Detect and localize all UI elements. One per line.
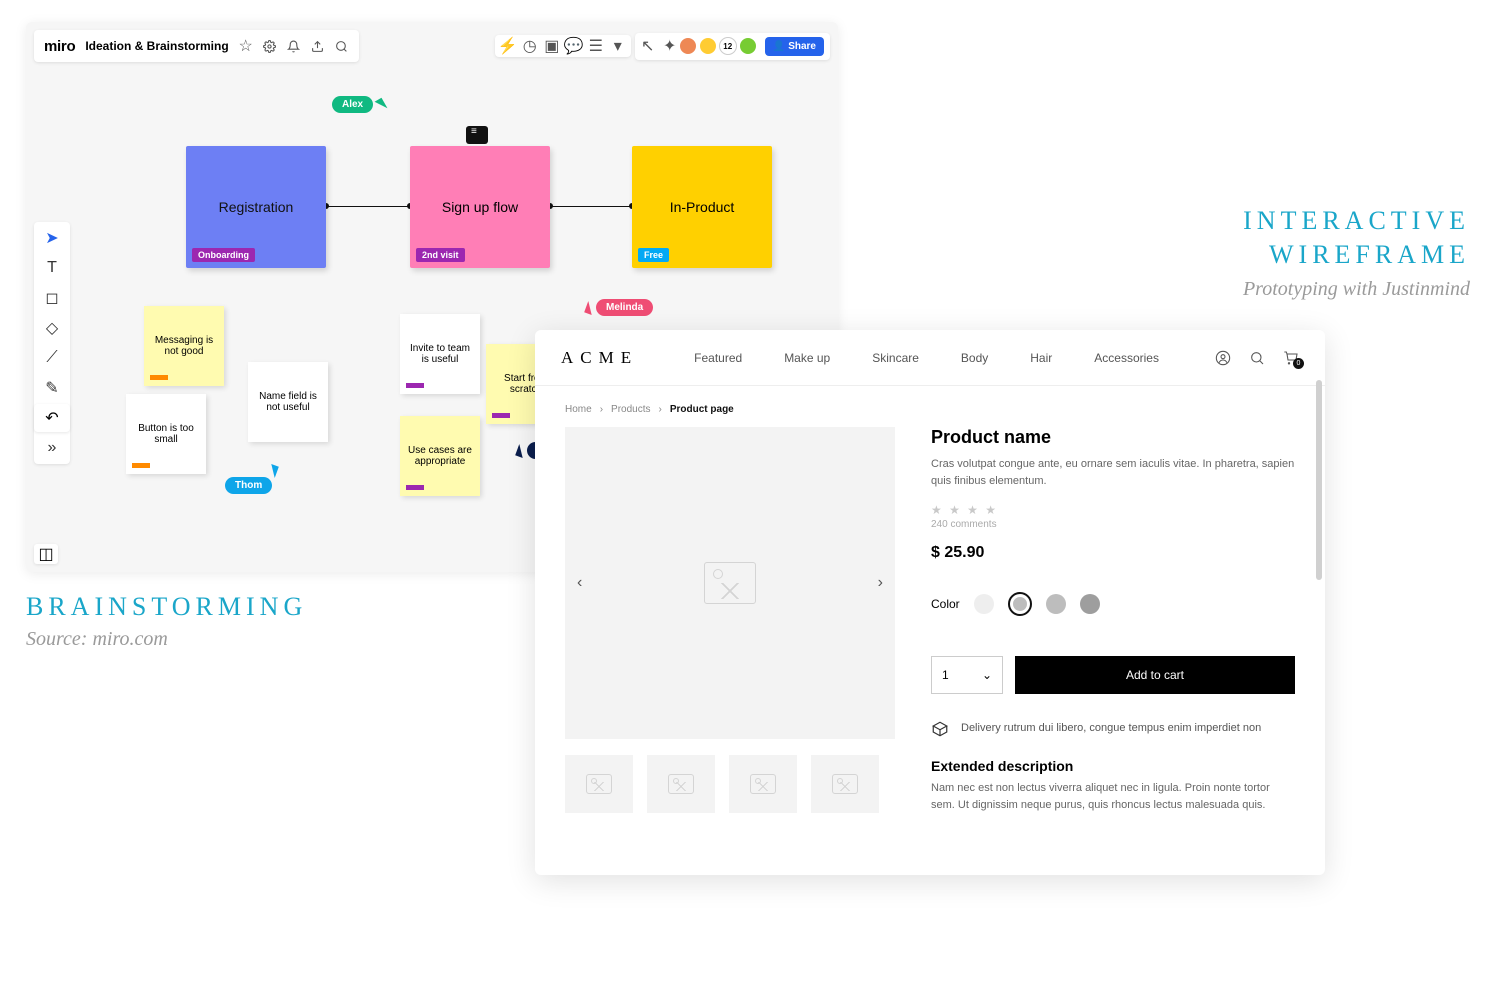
image-placeholder-icon <box>704 562 756 604</box>
sticky-tag <box>150 375 168 380</box>
acme-nav: Featured Make up Skincare Body Hair Acce… <box>682 351 1171 365</box>
nav-item[interactable]: Body <box>961 351 988 365</box>
product-gallery: ‹ › <box>565 427 895 813</box>
cursor-pointer-icon <box>375 97 388 111</box>
thumbnail[interactable] <box>647 755 715 813</box>
caption-wireframe-2: WIREFRAME <box>1269 240 1470 270</box>
delivery-info: Delivery rutrum dui libero, congue tempu… <box>931 720 1295 738</box>
user-cursor-alex: Alex <box>332 96 387 113</box>
scrollbar[interactable] <box>1316 380 1322 580</box>
caption-brainstorming: BRAINSTORMING <box>26 592 307 622</box>
sticky-tag <box>132 463 150 468</box>
card-inproduct[interactable]: In-Product Free <box>632 146 772 268</box>
thumbnail[interactable] <box>811 755 879 813</box>
image-placeholder-icon <box>750 774 776 794</box>
product-price: $ 25.90 <box>931 544 1295 562</box>
breadcrumb-item[interactable]: Home <box>565 404 592 415</box>
comment-bubble-icon[interactable] <box>466 126 488 144</box>
acme-logo: ACME <box>561 348 638 368</box>
product-details: Product name Cras volutpat congue ante, … <box>931 427 1295 813</box>
cart-badge: 0 <box>1293 358 1304 369</box>
package-icon <box>931 720 949 738</box>
nav-item[interactable]: Skincare <box>872 351 919 365</box>
search-icon[interactable] <box>1249 350 1265 366</box>
color-swatch-selected[interactable] <box>1008 592 1032 616</box>
image-placeholder-icon <box>832 774 858 794</box>
add-to-cart-button[interactable]: Add to cart <box>1015 656 1295 694</box>
card-tag: Free <box>638 248 669 262</box>
gallery-prev[interactable]: ‹ <box>569 566 590 600</box>
quantity-select[interactable]: 1⌄ <box>931 656 1003 694</box>
gallery-thumbnails <box>565 755 895 813</box>
sticky-tag <box>406 485 424 490</box>
breadcrumb-current: Product page <box>670 404 734 415</box>
image-placeholder-icon <box>586 774 612 794</box>
thumbnail[interactable] <box>729 755 797 813</box>
connector[interactable] <box>550 206 632 207</box>
chevron-down-icon: ⌄ <box>982 668 992 682</box>
product-main-image: ‹ › <box>565 427 895 739</box>
comment-count[interactable]: 240 comments <box>931 519 1295 530</box>
nav-item[interactable]: Accessories <box>1094 351 1159 365</box>
rating-stars[interactable]: ★ ★ ★ ★ <box>931 503 1295 517</box>
chevron-right-icon: › <box>659 404 662 415</box>
caption-brainstorm-source: Source: miro.com <box>26 628 168 651</box>
connector[interactable] <box>326 206 410 207</box>
nav-item[interactable]: Make up <box>784 351 830 365</box>
header-icons: 0 <box>1215 350 1299 366</box>
sticky-note[interactable]: Button is too small <box>126 394 206 474</box>
delivery-text: Delivery rutrum dui libero, congue tempu… <box>961 720 1261 737</box>
card-label: Sign up flow <box>442 199 518 215</box>
card-signup[interactable]: Sign up flow 2nd visit <box>410 146 550 268</box>
sticky-tag <box>406 383 424 388</box>
gallery-next[interactable]: › <box>870 566 891 600</box>
thumbnail[interactable] <box>565 755 633 813</box>
product-body: ‹ › Product name Cras volutpat congue an… <box>535 427 1325 833</box>
color-selector: Color <box>931 592 1295 616</box>
caption-wireframe-1: INTERACTIVE <box>1243 206 1470 236</box>
cursor-pointer-icon <box>267 464 279 478</box>
card-registration[interactable]: Registration Onboarding <box>186 146 326 268</box>
product-description: Cras volutpat congue ante, eu ornare sem… <box>931 456 1295 489</box>
sticky-note[interactable]: Use cases are appropriate <box>400 416 480 496</box>
sticky-note[interactable]: Invite to team is useful <box>400 314 480 394</box>
image-placeholder-icon <box>668 774 694 794</box>
sticky-note[interactable]: Name field is not useful <box>248 362 328 442</box>
color-swatch[interactable] <box>1080 594 1100 614</box>
acme-header: ACME Featured Make up Skincare Body Hair… <box>535 330 1325 386</box>
color-label: Color <box>931 597 960 611</box>
user-icon[interactable] <box>1215 350 1231 366</box>
cursor-pointer-icon <box>584 300 596 314</box>
product-name: Product name <box>931 427 1295 448</box>
extended-desc-text: Nam nec est non lectus viverra aliquet n… <box>931 780 1295 813</box>
extended-desc-heading: Extended description <box>931 758 1295 774</box>
sticky-tag <box>492 413 510 418</box>
card-label: Registration <box>219 199 294 215</box>
cart-icon[interactable]: 0 <box>1283 350 1299 366</box>
color-swatch[interactable] <box>1046 594 1066 614</box>
card-label: In-Product <box>670 199 735 215</box>
sticky-note[interactable]: Messaging is not good <box>144 306 224 386</box>
color-swatch[interactable] <box>974 594 994 614</box>
user-cursor-melinda: Melinda <box>586 299 653 316</box>
cursor-pointer-icon <box>515 443 527 457</box>
caption-wireframe-sub: Prototyping with Justinmind <box>1243 278 1470 301</box>
user-cursor-thom: Thom <box>225 477 272 494</box>
nav-item[interactable]: Featured <box>694 351 742 365</box>
card-tag: 2nd visit <box>416 248 465 262</box>
cart-row: 1⌄ Add to cart <box>931 656 1295 694</box>
breadcrumb-item[interactable]: Products <box>611 404 650 415</box>
chevron-right-icon: › <box>600 404 603 415</box>
card-tag: Onboarding <box>192 248 255 262</box>
nav-item[interactable]: Hair <box>1030 351 1052 365</box>
breadcrumb: Home › Products › Product page <box>535 386 1325 427</box>
acme-wireframe: ACME Featured Make up Skincare Body Hair… <box>535 330 1325 875</box>
